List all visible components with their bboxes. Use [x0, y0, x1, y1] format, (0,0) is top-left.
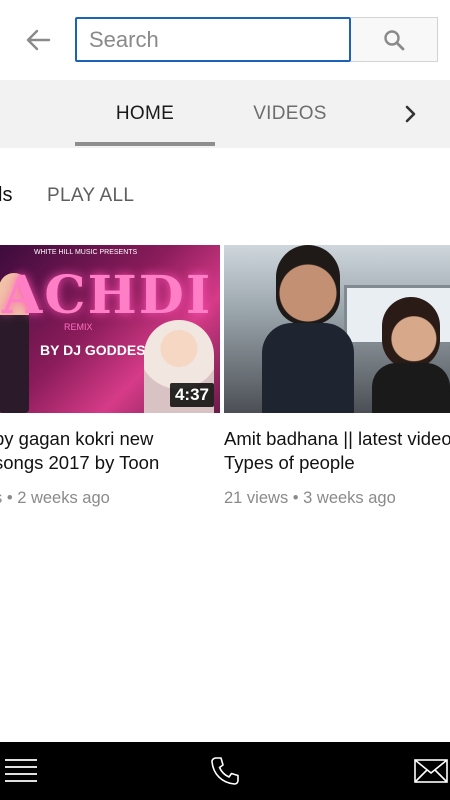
channel-tabs: HOME VIDEOS — [0, 80, 450, 148]
menu-icon — [5, 759, 37, 782]
section-title: ls — [0, 184, 13, 206]
arrow-left-icon — [26, 29, 51, 51]
play-all-button[interactable]: PLAY ALL — [47, 185, 134, 207]
menu-button[interactable] — [4, 755, 38, 787]
duration-badge: 4:37 — [169, 383, 214, 407]
search-input[interactable] — [89, 26, 349, 53]
chevron-right-icon — [405, 105, 416, 123]
tab-home[interactable]: HOME — [75, 80, 215, 148]
top-app-bar — [0, 0, 450, 80]
phone-button[interactable] — [208, 755, 242, 787]
tab-videos[interactable]: VIDEOS — [225, 80, 355, 148]
video-title-line: Amit badhana || latest video — [224, 428, 450, 449]
back-button[interactable] — [20, 22, 56, 58]
search-button[interactable] — [351, 17, 438, 62]
thumbnail-caption: WHITE HILL MUSIC PRESENTS — [34, 249, 138, 256]
video-card[interactable]: WHITE HILL MUSIC PRESENTS ACHDI REMIX BY… — [0, 245, 220, 508]
thumbnail-figure — [262, 245, 354, 413]
tabs-scroll-right-button[interactable] — [395, 98, 427, 130]
video-card[interactable]: Amit badhana || latest video Types of pe… — [224, 245, 450, 508]
thumbnail-headline: ACHDI — [1, 265, 213, 326]
phone-icon — [211, 757, 239, 785]
video-thumbnail[interactable] — [224, 245, 450, 413]
video-meta: 21 views • 3 weeks ago — [224, 489, 396, 507]
video-title-line: Types of people — [224, 452, 355, 473]
video-title-line: songs 2017 by Toon — [0, 452, 160, 473]
video-title[interactable]: by gagan kokri new songs 2017 by Toon — [0, 427, 220, 475]
video-title-line: by gagan kokri new — [0, 428, 154, 449]
search-field[interactable] — [75, 17, 351, 62]
video-title[interactable]: Amit badhana || latest video Types of pe… — [224, 427, 450, 475]
thumbnail-figure — [372, 297, 450, 413]
video-thumbnail[interactable]: WHITE HILL MUSIC PRESENTS ACHDI REMIX BY… — [0, 245, 220, 413]
thumbnail-remix: REMIX — [64, 322, 93, 332]
video-meta: s • 2 weeks ago — [0, 489, 110, 507]
mail-button[interactable] — [414, 755, 448, 787]
thumbnail-artist: BY DJ GODDESS — [40, 342, 155, 358]
bottom-navigation-bar — [0, 742, 450, 800]
mail-icon — [414, 759, 448, 783]
search-icon — [384, 29, 405, 50]
section-header: ls PLAY ALL — [0, 172, 450, 220]
